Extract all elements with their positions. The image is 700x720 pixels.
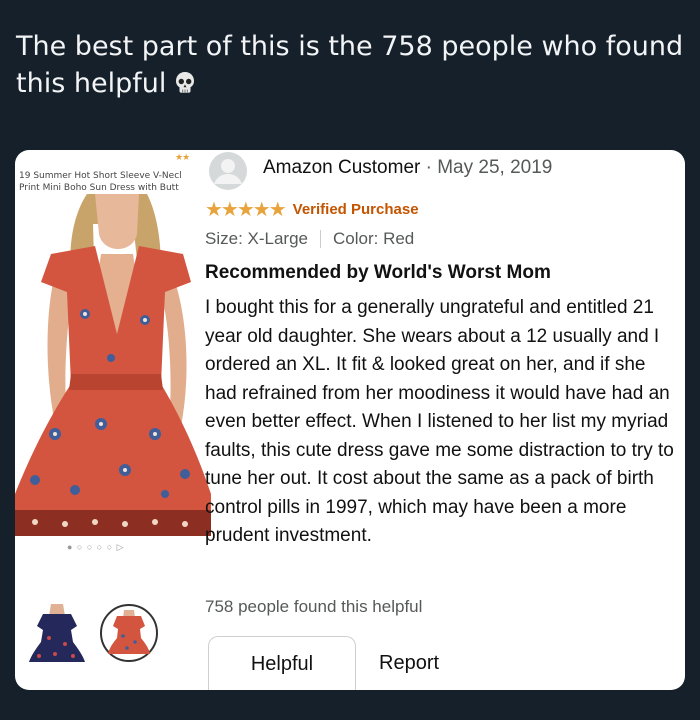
review-card: ★★ 19 Summer Hot Short Sleeve V-Necl Pri… <box>15 150 685 690</box>
avatar-icon <box>209 152 247 190</box>
product-image[interactable] <box>15 194 211 574</box>
review-body: I bought this for a generally ungrateful… <box>205 297 674 546</box>
post-caption: The best part of this is the 758 people … <box>16 28 686 102</box>
reviewer-name[interactable]: Amazon Customer <box>263 157 420 178</box>
caption-text: The best part of this is the 758 people … <box>16 31 684 99</box>
product-thumbnail-red[interactable] <box>99 602 159 664</box>
rating-row: ★★★★★ Verified Purchase <box>205 197 419 221</box>
carousel-dots[interactable]: ● ○ ○ ○ ○ ▷ <box>67 542 125 553</box>
skull-icon <box>176 72 195 93</box>
star-rating-icon: ★★★★★ <box>205 197 287 221</box>
date-separator: · <box>425 157 432 178</box>
helpful-button[interactable]: Helpful <box>208 636 356 690</box>
helpful-count: 758 people found this helpful <box>205 597 423 616</box>
divider <box>320 230 321 248</box>
verified-purchase-badge: Verified Purchase <box>292 200 419 218</box>
product-thumbnail-navy[interactable] <box>27 602 87 664</box>
variant-info: Size: X-Large Color: Red <box>205 229 414 249</box>
size-label: Size: X-Large <box>205 229 308 248</box>
color-label: Color: Red <box>333 229 415 248</box>
product-stars: ★★ <box>175 152 190 162</box>
product-title[interactable]: 19 Summer Hot Short Sleeve V-Necl Print … <box>19 170 209 194</box>
product-title-line1: 19 Summer Hot Short Sleeve V-Necl <box>19 171 182 181</box>
product-title-line2: Print Mini Boho Sun Dress with Butt <box>19 183 179 193</box>
review-headline: Recommended by World's Worst Mom <box>205 262 551 283</box>
review-date: May 25, 2019 <box>437 157 553 178</box>
reviewer-line: Amazon Customer · May 25, 2019 <box>263 157 552 179</box>
report-link[interactable]: Report <box>379 652 439 675</box>
